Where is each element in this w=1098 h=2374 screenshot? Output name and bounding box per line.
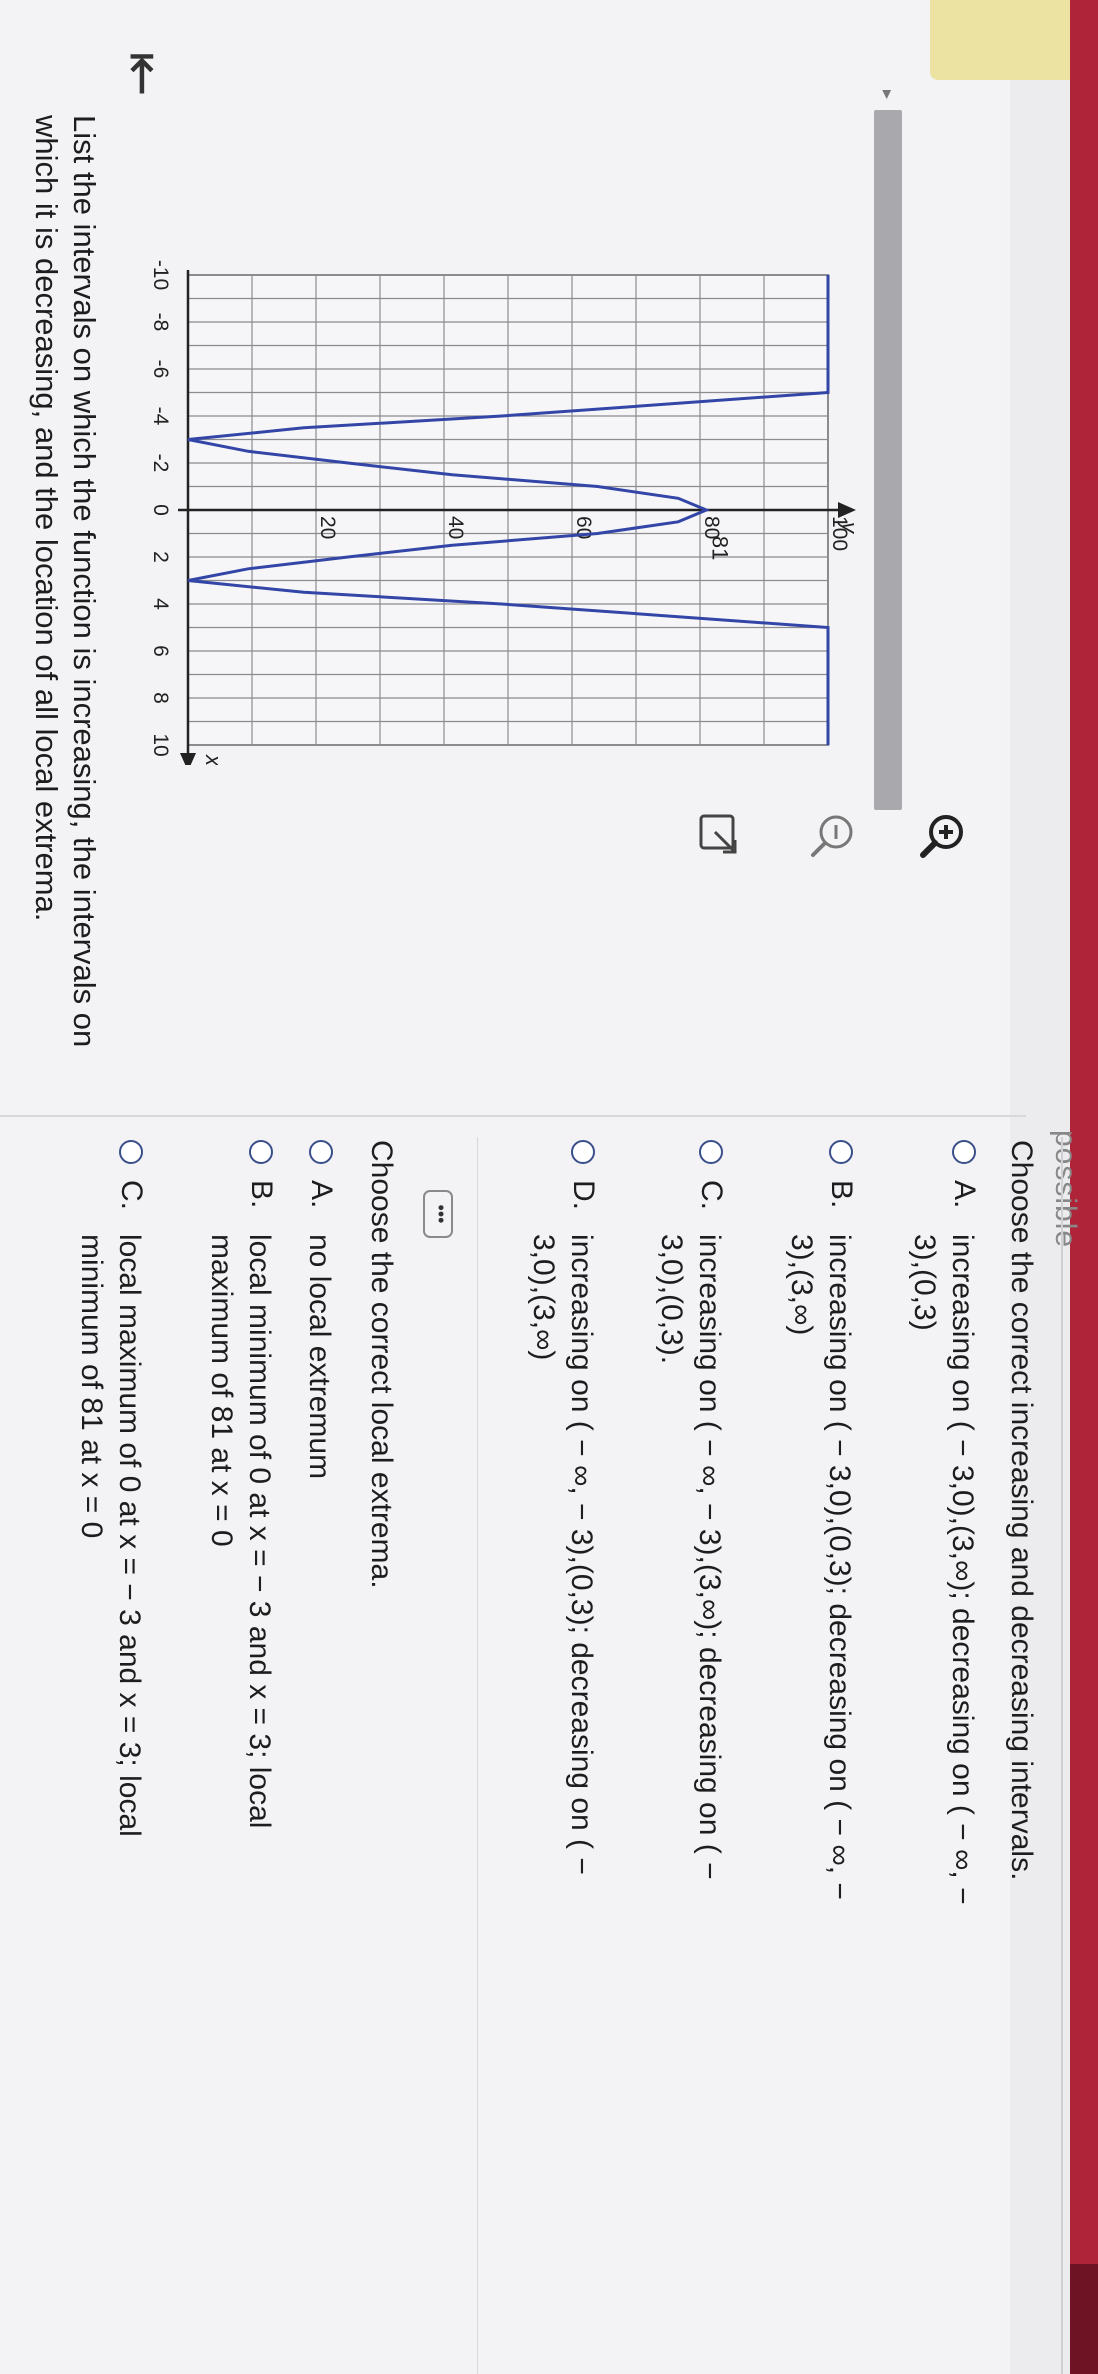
x-axis-label: x (201, 754, 226, 765)
q2-option-c[interactable]: C. local maximum of 0 at x = − 3 and x =… (72, 1140, 148, 1934)
section-divider (477, 1137, 478, 2374)
q2-option-a[interactable]: A. no local extremum (300, 1140, 338, 1934)
accent-tab (1070, 2264, 1098, 2374)
option-letter: C. (695, 1180, 728, 1210)
radio-circle-icon[interactable] (699, 1140, 723, 1164)
graph-svg: -10-8-6-4-2024681010080604020 y x 81 (149, 260, 862, 771)
back-arrow-icon[interactable]: ⇤ (113, 44, 173, 104)
x-tick-label: 0 (149, 504, 172, 516)
max-point-label: 81 (707, 536, 732, 560)
y-tick-label: 20 (316, 516, 339, 539)
graph-tools (658, 780, 978, 890)
option-text: increasing on ( − 3,0),(0,3); decreasing… (785, 1234, 856, 1900)
option-text: local maximum of 0 at x = − 3 and x = 3;… (75, 1234, 146, 1837)
option-letter: B. (825, 1180, 858, 1209)
option-letter: A. (305, 1180, 338, 1209)
panel-divider (0, 1115, 1026, 1117)
x-tick-label: 10 (149, 733, 172, 756)
option-text: increasing on ( − 3,0),(3,∞); decreasing… (908, 1234, 979, 1905)
q1-option-b[interactable]: B. increasing on ( − 3,0),(0,3); decreas… (782, 1140, 858, 1934)
option-letter: B. (245, 1180, 278, 1209)
radio-circle-icon[interactable] (571, 1140, 595, 1164)
zoom-out-icon[interactable] (808, 810, 858, 860)
x-tick-label: 4 (149, 598, 172, 610)
radio-circle-icon[interactable] (829, 1140, 853, 1164)
x-tick-label: -8 (149, 313, 172, 332)
option-letter: C. (115, 1180, 148, 1210)
y-axis-label: y (837, 520, 862, 535)
screen: ▸ possible ⇤ List the intervals on which… (0, 0, 1098, 2374)
q1-prompt: Choose the correct increasing and decrea… (1005, 1140, 1038, 1881)
x-tick-label: -6 (149, 360, 172, 379)
function-graph: -10 -8 -6 -4 -2 0 2 4 6 8 10 100 80 60 40 20 y x 81 (138, 205, 868, 771)
radio-circle-icon[interactable] (309, 1140, 333, 1164)
progress-bar (874, 110, 902, 810)
x-tick-label: 8 (149, 692, 172, 704)
question-text: List the intervals on which the function… (29, 115, 102, 1048)
x-axis-arrow (180, 753, 196, 771)
yellow-chip (930, 0, 1070, 80)
x-tick-label: -10 (149, 260, 172, 290)
radio-circle-icon[interactable] (119, 1140, 143, 1164)
q2-option-b[interactable]: B. local minimum of 0 at x = − 3 and x =… (202, 1140, 278, 1934)
radio-circle-icon[interactable] (952, 1140, 976, 1164)
top-divider (1061, 1137, 1063, 2374)
q2-prompt: Choose the correct local extrema. (365, 1140, 398, 1589)
header-title: possible (1049, 1130, 1082, 1249)
option-text: increasing on ( − ∞, − 3),(0,3); decreas… (527, 1234, 598, 1875)
x-tick-label: 2 (149, 551, 172, 563)
option-letter: A. (948, 1180, 981, 1209)
q1-option-d[interactable]: D. increasing on ( − ∞, − 3),(0,3); decr… (524, 1140, 600, 1934)
external-link-icon[interactable] (693, 810, 743, 860)
option-text: no local extremum (303, 1234, 336, 1480)
x-tick-label: -4 (149, 407, 172, 426)
option-text: local minimum of 0 at x = − 3 and x = 3;… (205, 1234, 276, 1829)
option-letter: D. (567, 1180, 600, 1210)
zoom-in-icon[interactable] (918, 810, 968, 860)
more-options-button[interactable]: ••• (423, 1190, 453, 1238)
y-tick-label: 40 (444, 516, 467, 539)
option-text: increasing on ( − ∞, − 3),(3,∞); decreas… (655, 1234, 726, 1880)
chevron-right-icon[interactable]: ▸ (874, 90, 902, 102)
x-tick-label: 6 (149, 645, 172, 657)
q1-option-a[interactable]: A. increasing on ( − 3,0),(3,∞); decreas… (905, 1140, 981, 1934)
x-tick-label: -2 (149, 454, 172, 473)
q1-option-c[interactable]: C. increasing on ( − ∞, − 3),(3,∞); decr… (652, 1140, 728, 1934)
radio-circle-icon[interactable] (249, 1140, 273, 1164)
